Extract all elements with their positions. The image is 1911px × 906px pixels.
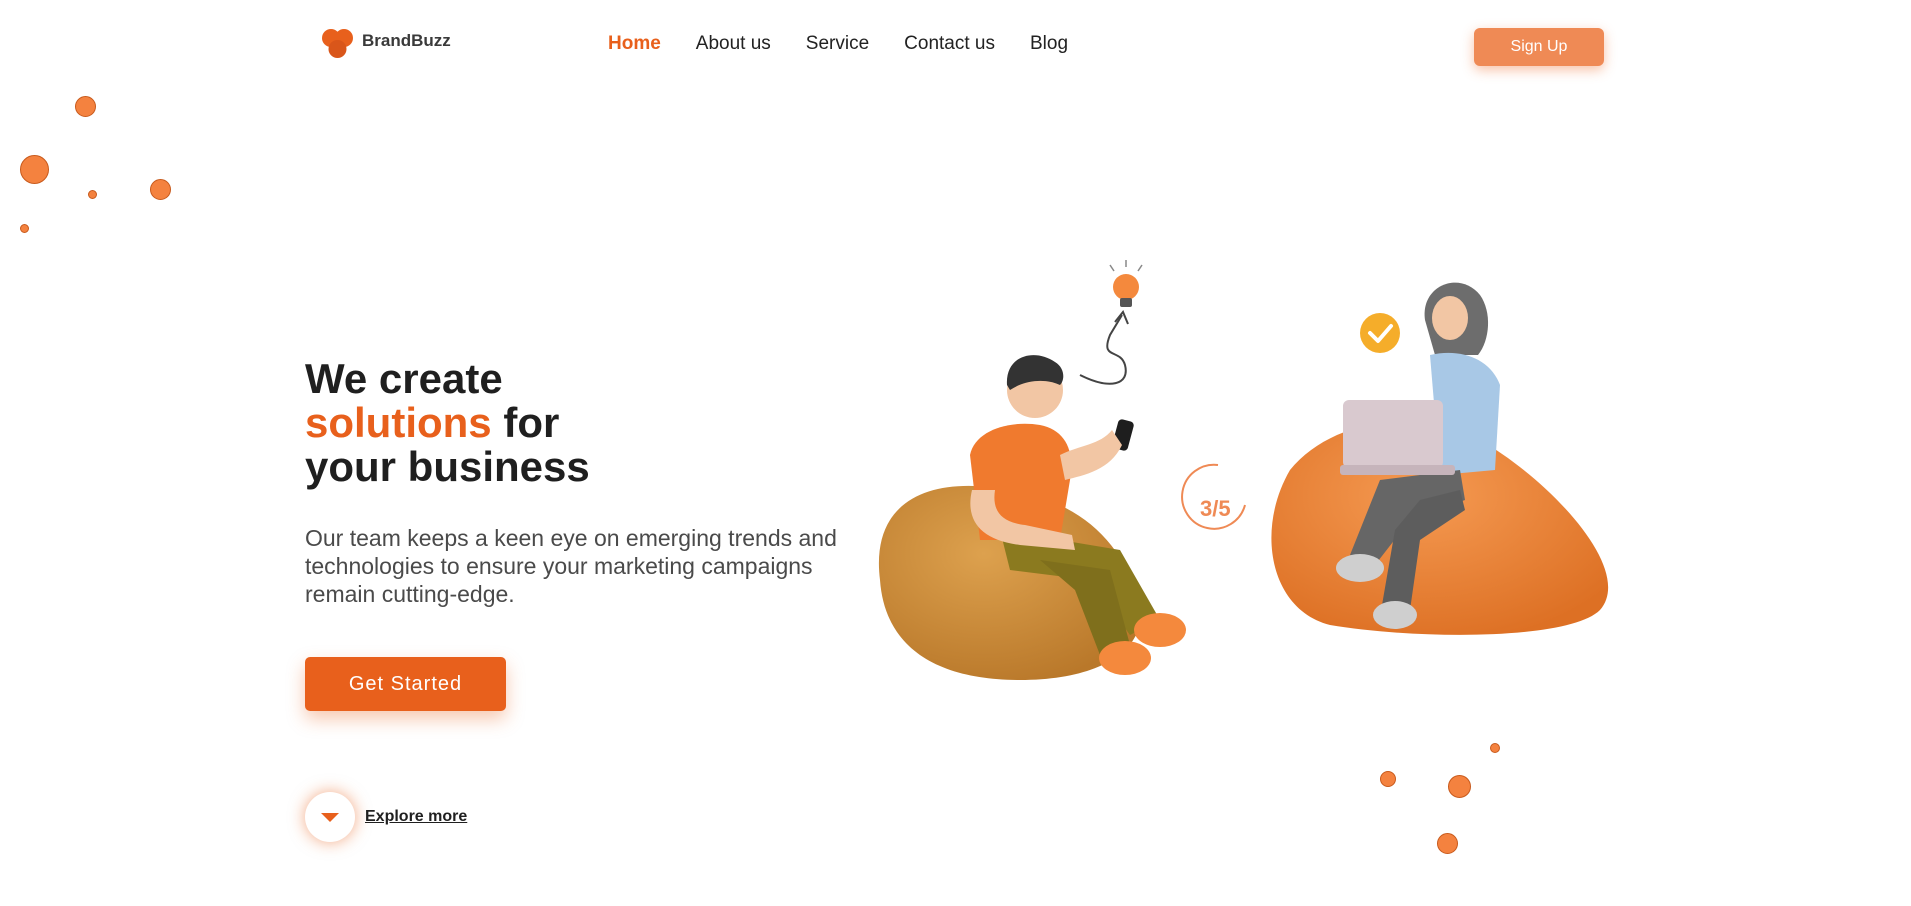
nav-item-contact-us[interactable]: Contact us [904, 33, 995, 55]
hero-illustration: 3/5 [878, 260, 1609, 680]
brand-name: BrandBuzz [362, 31, 451, 50]
progress-text: 3/5 [1200, 496, 1231, 521]
idea-arrow-line [1079, 314, 1127, 385]
hero-headline: We create solutions for your business [305, 357, 590, 489]
explore-more-link[interactable]: Explore more [365, 808, 467, 826]
nav-item-about-us[interactable]: About us [696, 33, 771, 55]
decorative-dot [1437, 833, 1458, 854]
brand-logo[interactable]: BrandBuzz [320, 26, 451, 58]
heart-cluster-logo-icon [320, 26, 356, 58]
explore-more-button[interactable] [305, 792, 355, 842]
decorative-dot [150, 179, 171, 200]
decorative-dot [1380, 771, 1396, 787]
decorative-dot [1490, 743, 1500, 753]
explore-more: Explore more [305, 792, 467, 842]
headline-accent-word: solutions [305, 399, 492, 446]
headline-line-2-rest: for [491, 399, 560, 446]
sign-up-button[interactable]: Sign Up [1474, 28, 1604, 66]
decorative-dot [20, 224, 29, 233]
headline-line-1: We create [305, 355, 503, 402]
decorative-dot [75, 96, 96, 117]
landing-page: BrandBuzz Home About us Service Contact … [0, 0, 1911, 906]
caret-down-icon [321, 813, 339, 822]
progress-indicator: 3/5 [1181, 463, 1246, 530]
main-menu: Home About us Service Contact us Blog [608, 33, 1068, 55]
headline-line-3: your business [305, 443, 590, 490]
nav-item-blog[interactable]: Blog [1030, 33, 1068, 55]
decorative-dot [1448, 775, 1471, 798]
nav-item-home[interactable]: Home [608, 33, 661, 55]
decorative-dot [88, 190, 97, 199]
hero-description: Our team keeps a keen eye on emerging tr… [305, 525, 837, 607]
checkmark-badge-icon [1360, 313, 1400, 353]
lightbulb-icon [1109, 260, 1143, 307]
nav-item-service[interactable]: Service [806, 33, 869, 55]
top-navbar: BrandBuzz Home About us Service Contact … [0, 0, 1911, 90]
get-started-button[interactable]: Get Started [305, 657, 506, 711]
decorative-dot [20, 155, 49, 184]
